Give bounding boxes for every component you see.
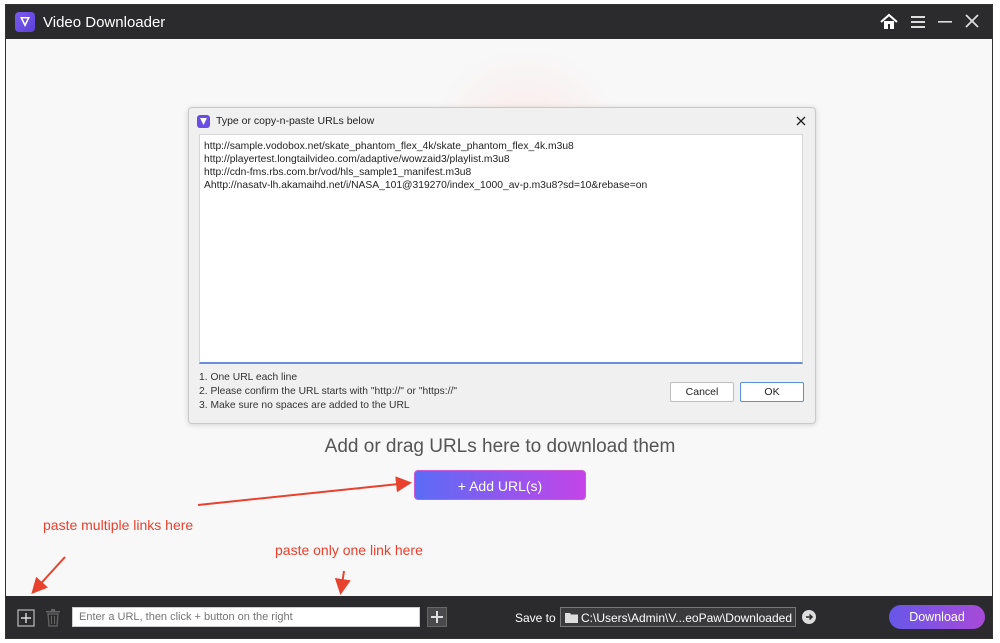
trash-icon[interactable]	[44, 608, 62, 628]
arrow-to-url-input	[334, 570, 351, 595]
download-button[interactable]: Download	[889, 605, 985, 629]
save-path-field[interactable]: C:\Users\Admin\V...eoPaw\Downloaded	[560, 607, 796, 627]
save-path-text: C:\Users\Admin\V...eoPaw\Downloaded	[581, 611, 792, 625]
app-window: Video Downloader Type or copy-n-paste UR…	[5, 4, 993, 639]
url-input[interactable]	[72, 607, 420, 627]
save-to-label: Save to	[515, 611, 556, 625]
bottom-bar: Save to C:\Users\Admin\V...eoPaw\Downloa…	[6, 596, 992, 638]
arrow-to-plus	[31, 556, 66, 594]
annotation-arrows	[31, 476, 412, 595]
add-single-url-button[interactable]	[427, 607, 447, 627]
plus-icon[interactable]	[17, 609, 35, 627]
folder-icon	[565, 613, 578, 623]
arrow-to-add-url	[197, 476, 412, 506]
arrow-right-icon[interactable]	[802, 610, 816, 624]
